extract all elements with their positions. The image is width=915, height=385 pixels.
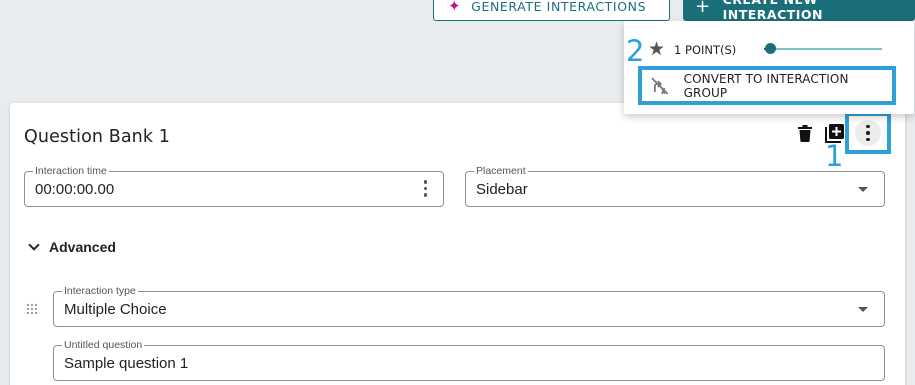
points-slider[interactable] <box>764 43 882 54</box>
points-row: ★ 1 POINT(S) <box>648 40 736 59</box>
generate-interactions-button[interactable]: ✦ GENERATE INTERACTIONS <box>433 0 670 21</box>
placement-label: Placement <box>474 165 528 177</box>
create-new-interaction-button[interactable]: + CREATE NEW INTERACTION <box>683 0 915 22</box>
question-label: Untitled question <box>62 339 145 351</box>
delete-button[interactable] <box>796 123 814 143</box>
placement-select[interactable]: Placement Sidebar <box>465 165 885 207</box>
more-options-button[interactable] <box>855 120 881 146</box>
convert-to-interaction-group-item[interactable]: CONVERT TO INTERACTION GROUP <box>638 66 896 105</box>
step-marker-2: 2 <box>626 34 645 68</box>
star-icon: ★ <box>648 39 666 60</box>
interaction-type-select[interactable]: Interaction type Multiple Choice <box>53 285 885 327</box>
interaction-time-field[interactable]: Interaction time 00:00:00.00 <box>24 165 444 207</box>
more-options-menu: 2 ★ 1 POINT(S) CONVERT TO INTERACTION GR… <box>624 21 914 114</box>
create-new-interaction-label: CREATE NEW INTERACTION <box>722 0 824 22</box>
sparkle-icon: ✦ <box>448 0 462 15</box>
question-bank-card: Question Bank 1 1 Interaction time 00:00… <box>10 103 905 385</box>
more-options-highlight <box>845 112 891 154</box>
question-value: Sample question 1 <box>64 355 189 372</box>
advanced-label: Advanced <box>49 239 116 255</box>
interaction-time-label: Interaction time <box>33 165 109 177</box>
question-input[interactable]: Untitled question Sample question 1 <box>53 339 885 381</box>
trash-icon <box>798 124 812 142</box>
drag-handle-icon[interactable] <box>26 303 37 316</box>
interaction-time-value: 00:00:00.00 <box>35 181 115 198</box>
placement-value: Sidebar <box>476 181 528 198</box>
interaction-type-label: Interaction type <box>62 285 138 297</box>
points-label: 1 POINT(S) <box>674 42 737 57</box>
generate-interactions-label: GENERATE INTERACTIONS <box>471 0 647 14</box>
convert-to-interaction-group-label: CONVERT TO INTERACTION GROUP <box>683 71 849 100</box>
advanced-toggle[interactable]: Advanced <box>28 238 116 255</box>
step-marker-1: 1 <box>825 139 844 173</box>
points-slider-handle[interactable] <box>765 43 776 54</box>
time-options-icon[interactable] <box>423 180 427 197</box>
interaction-type-value: Multiple Choice <box>64 301 167 318</box>
card-title: Question Bank 1 <box>24 127 170 147</box>
convert-group-icon <box>651 77 669 94</box>
chevron-down-icon <box>858 307 868 312</box>
chevron-down-icon <box>858 187 868 192</box>
plus-icon: + <box>695 0 711 17</box>
chevron-down-icon <box>28 238 40 251</box>
